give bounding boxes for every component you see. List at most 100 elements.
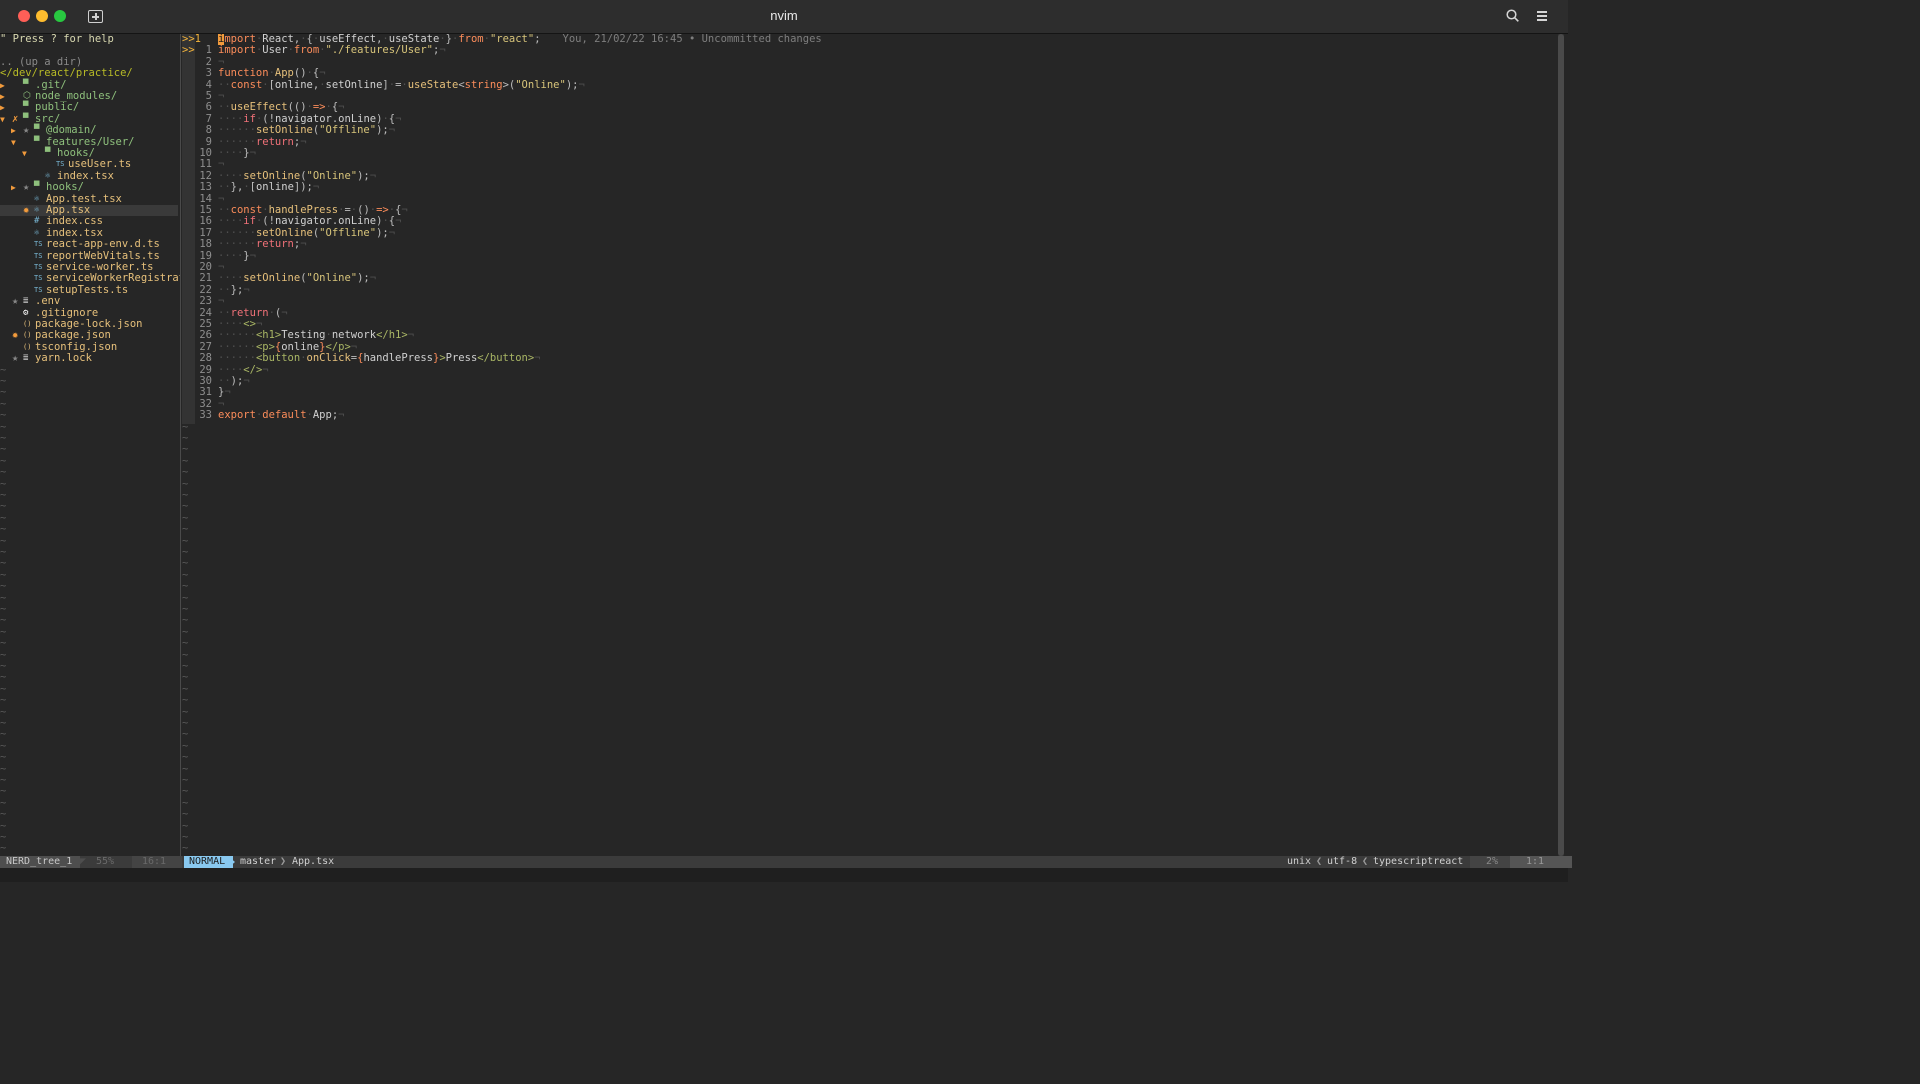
empty-line-marker: ~ — [0, 648, 7, 661]
line-number: 18 — [199, 238, 212, 251]
code-line[interactable]: 4 ··const·[online,·setOnline]·=·useState<… — [182, 79, 1554, 91]
code-line[interactable]: 10 ····}¬ — [182, 147, 1554, 159]
collapsed-arrow-icon[interactable]: ▶ — [0, 102, 5, 113]
code-line[interactable]: 19 ····}¬ — [182, 250, 1554, 262]
status-filename: App.tsx — [292, 856, 335, 867]
filetype: typescriptreact — [1373, 856, 1464, 867]
code-line[interactable]: 32 ¬ — [182, 398, 1554, 410]
empty-line-marker: ~ — [0, 660, 7, 672]
code-line[interactable]: 13 ··},·[online]);¬ — [182, 181, 1554, 194]
code-line[interactable]: 9 ······return;¬ — [182, 136, 1554, 148]
code-line[interactable]: 28 ······<button·onClick={handlePress}>Pr… — [182, 352, 1554, 364]
empty-line-marker: ~ — [182, 717, 189, 729]
code-line[interactable]: 20 ¬ — [182, 261, 1554, 273]
empty-line-marker: ~ — [0, 454, 7, 467]
code-line[interactable]: 2 ¬ — [182, 56, 1554, 68]
empty-line-marker: ~ — [182, 500, 189, 513]
tree-folder-row[interactable]: ▶ ⬡ node_modules/ — [0, 90, 180, 102]
code-line[interactable]: 5 ¬ — [182, 90, 1554, 102]
split-divider[interactable] — [180, 34, 181, 856]
code-text[interactable]: import·User·from·"./features/User";¬ — [218, 45, 446, 56]
code-text[interactable]: export·default·App;¬ — [218, 409, 344, 421]
code-line[interactable]: 18 ······return;¬ — [182, 238, 1554, 251]
code-line[interactable]: 33 export·default·App;¬ — [182, 409, 1554, 421]
tree-item-label: react-app-env.d.ts — [46, 238, 160, 251]
code-line[interactable]: 12 ····setOnline("Online");¬ — [182, 170, 1554, 182]
code-line[interactable]: 17 ······setOnline("Offline");¬ — [182, 227, 1554, 239]
empty-line-marker: ~ — [182, 625, 189, 638]
empty-line-marker: ~ — [0, 762, 7, 775]
empty-line-marker: ~ — [182, 682, 189, 695]
scrollbar-thumb[interactable] — [1558, 34, 1564, 856]
git-blame-annotation: You, 21/02/22 16:45 • Uncommitted change… — [562, 34, 822, 45]
empty-line-marker: ~ — [0, 397, 7, 410]
empty-line-marker: ~ — [182, 557, 189, 570]
code-text[interactable]: ··},·[online]);¬ — [218, 181, 319, 193]
line-number: 13 — [199, 181, 212, 194]
hamburger-menu-icon[interactable] — [1537, 10, 1549, 21]
code-line[interactable]: 24 ··return·(¬ — [182, 307, 1554, 319]
typescript-icon: TS — [34, 274, 43, 283]
code-line[interactable]: 8 ······setOnline("Offline");¬ — [182, 124, 1554, 137]
code-line[interactable]: 30 ··);¬ — [182, 375, 1554, 387]
empty-line-marker: ~ — [182, 728, 189, 741]
empty-line-marker: ~ — [182, 420, 189, 433]
empty-line-marker: ~ — [182, 591, 189, 604]
empty-line-marker: ~ — [182, 774, 189, 786]
code-line[interactable]: 21 ····setOnline("Online");¬ — [182, 272, 1554, 284]
nodejs-icon: ⬡ — [23, 91, 31, 101]
status-separator: ❮ — [1362, 856, 1369, 867]
empty-line-marker: ~ — [182, 568, 189, 581]
expanded-arrow-icon[interactable]: ▼ — [11, 137, 16, 148]
status-tree-position: 16:1 — [132, 856, 182, 868]
folder-icon: ▀ — [34, 182, 40, 193]
empty-line-marker: ~ — [182, 785, 189, 798]
code-line[interactable]: 22 ··};¬ — [182, 284, 1554, 296]
tree-file-row[interactable]: TS setupTests.ts — [0, 284, 180, 296]
git-status-icon: ★ — [23, 124, 30, 137]
empty-line-marker: ~ — [0, 500, 7, 513]
empty-line-marker: ~ — [0, 682, 7, 695]
tree-file-row[interactable]: TS react-app-env.d.ts — [0, 238, 180, 251]
tree-folder-row[interactable]: ▶ ▀ public/ — [0, 101, 180, 113]
git-status-icon: ★ — [23, 181, 30, 194]
empty-line-marker: ~ — [182, 694, 189, 707]
folder-icon: ▀ — [45, 148, 51, 158]
empty-line-marker: ~ — [182, 762, 189, 775]
expanded-arrow-icon[interactable]: ▼ — [22, 148, 27, 159]
empty-line-marker: ~ — [182, 546, 189, 558]
code-line[interactable]: 23 ¬ — [182, 295, 1554, 307]
expanded-arrow-icon[interactable]: ▼ — [0, 114, 5, 125]
collapsed-arrow-icon[interactable]: ▶ — [11, 182, 16, 193]
tree-file-row[interactable]: ★ ≣ .env — [0, 295, 180, 307]
status-separator: ◤ — [80, 856, 87, 867]
gear-icon: ⚙ — [23, 307, 29, 318]
tree-file-row[interactable]: ★ ≣ yarn.lock — [0, 352, 180, 365]
line-number: 8 — [205, 124, 212, 137]
collapsed-arrow-icon[interactable]: ▶ — [0, 91, 5, 102]
tree-folder-row[interactable]: ▶ ★ ▀ @domain/ — [0, 124, 180, 137]
text-file-icon: ≣ — [23, 296, 29, 307]
code-line[interactable]: 26 ······<h1>Testing·network</h1>¬ — [182, 329, 1554, 341]
code-line[interactable]: >> 1 import·User·from·"./features/User";¬ — [182, 44, 1554, 56]
editor-pane[interactable]: >>1 import·React,·{·useEffect,·useState·}… — [182, 34, 1554, 856]
collapsed-arrow-icon[interactable]: ▶ — [11, 125, 16, 136]
code-text[interactable]: ··const·[online,·setOnline]·=·useState<s… — [218, 79, 585, 91]
search-icon[interactable] — [1506, 9, 1519, 22]
tree-folder-row[interactable]: ▶ ★ ▀ hooks/ — [0, 181, 180, 194]
code-line[interactable]: 29 ····</>¬ — [182, 364, 1554, 376]
typescript-icon: TS — [34, 263, 43, 271]
empty-line-marker: ~ — [182, 660, 189, 672]
empty-line-marker: ~ — [0, 625, 7, 638]
empty-line-marker: ~ — [182, 534, 189, 547]
code-line[interactable]: 31}¬ — [182, 386, 1554, 398]
command-line[interactable] — [0, 868, 1568, 882]
scrollbar[interactable] — [1558, 34, 1564, 856]
collapsed-arrow-icon[interactable]: ▶ — [0, 80, 5, 91]
code-line[interactable]: 11 ¬ — [182, 158, 1554, 170]
tree-item-label: yarn.lock — [35, 352, 92, 365]
tree-item-label: hooks/ — [46, 181, 84, 194]
empty-line-marker: ~ — [0, 694, 7, 707]
empty-line-marker: ~ — [0, 603, 7, 615]
empty-line-marker: ~ — [182, 808, 189, 821]
